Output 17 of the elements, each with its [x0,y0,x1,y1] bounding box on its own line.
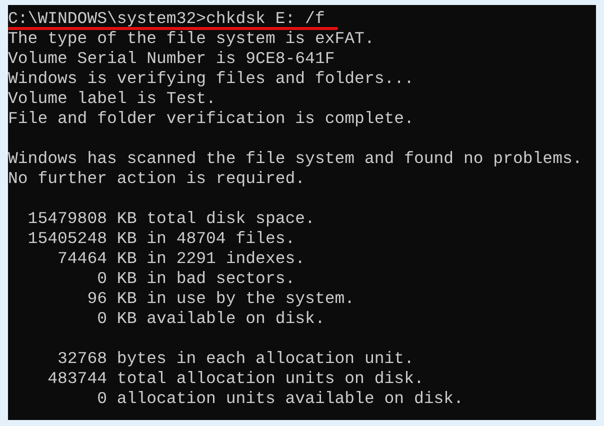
output-line: The type of the file system is exFAT. [8,29,376,49]
output-line: No further action is required. [8,169,306,189]
output-line: 15405248 KB in 48704 files. [26,229,296,249]
command-line: C:\WINDOWS\system32>chkdsk E: /f [8,9,325,29]
output-line: 483744 total allocation units on disk. [46,369,425,389]
output-line: 0 KB available on disk. [96,309,326,329]
output-line: 32768 bytes in each allocation unit. [56,349,415,369]
output-line: 15479808 KB total disk space. [26,209,316,229]
output-line: 0 allocation units available on disk. [96,389,464,409]
output-line: 0 KB in bad sectors. [96,269,296,289]
output-line: Windows is verifying files and folders... [8,69,415,89]
output-line: Volume Serial Number is 9CE8-641F [8,49,336,69]
output-line: 74464 KB in 2291 indexes. [56,249,306,269]
output-line: Windows has scanned the file system and found no problems. [8,149,584,169]
output-line: Volume label is Test. [8,89,217,109]
output-line: 96 KB in use by the system. [86,289,356,309]
output-line: File and folder verification is complete. [8,109,415,129]
